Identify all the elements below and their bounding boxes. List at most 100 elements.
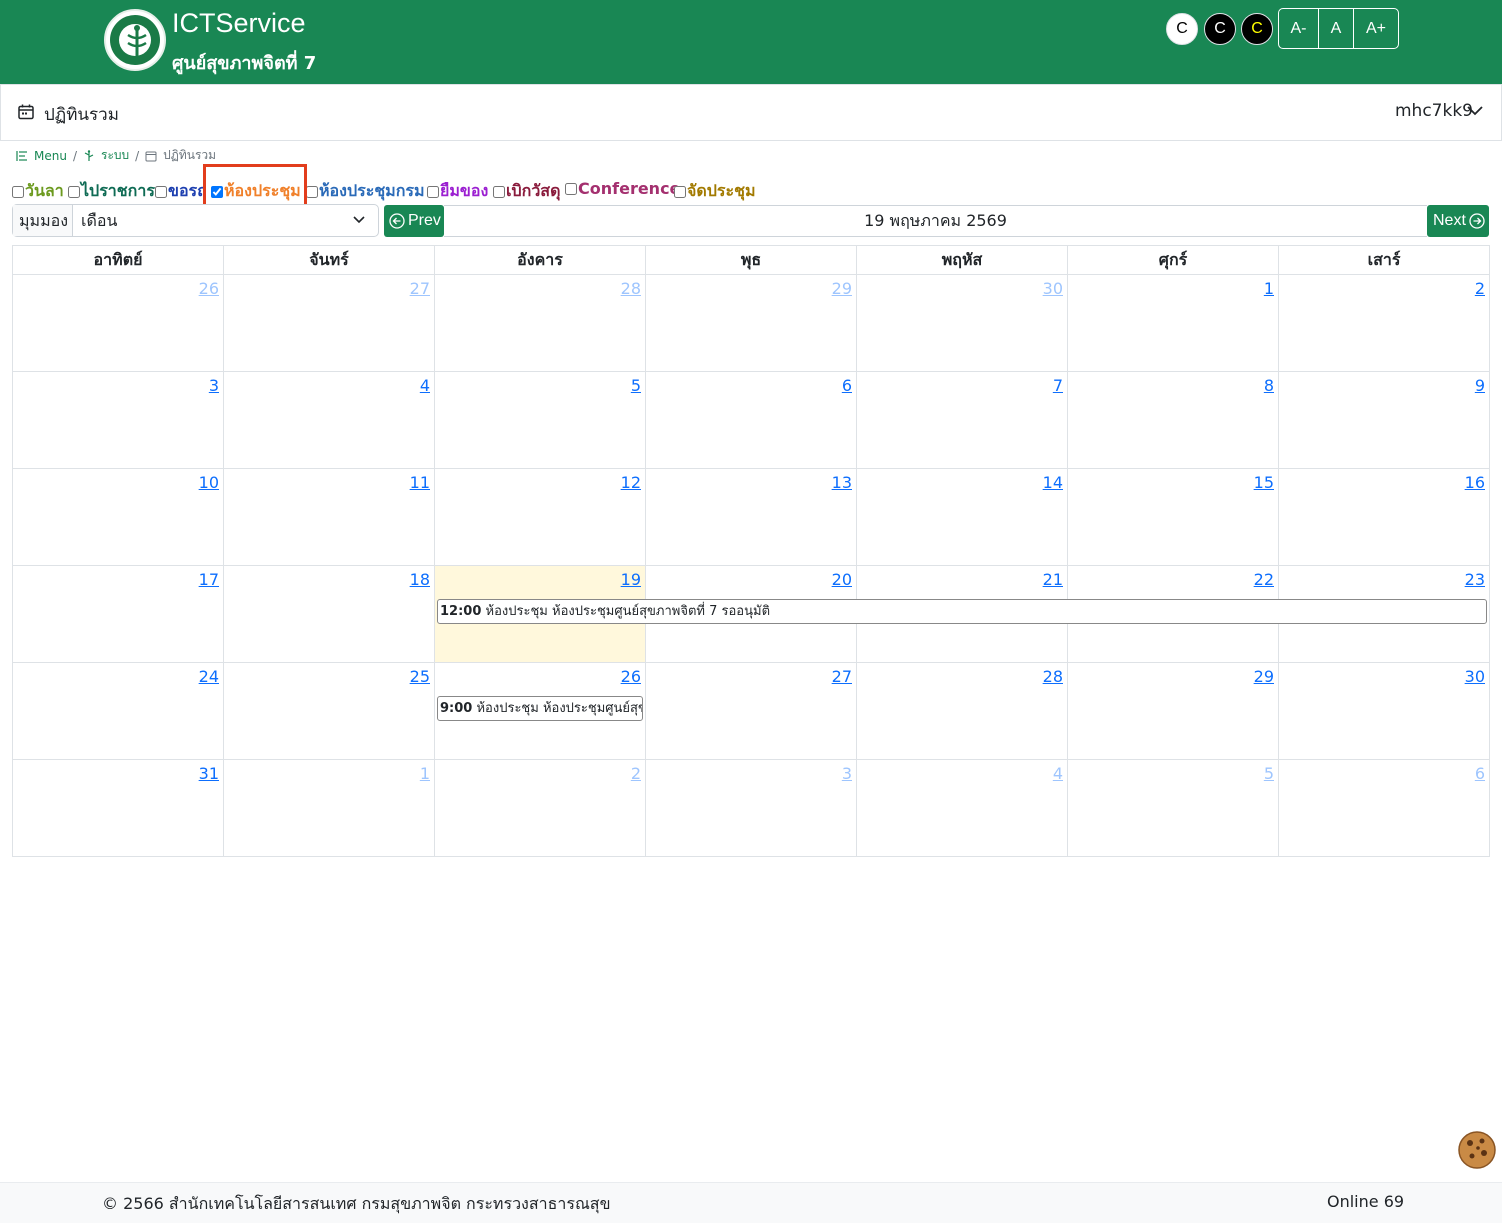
day-number-link[interactable]: 18 (410, 570, 430, 589)
day-number-link[interactable]: 16 (1465, 473, 1485, 492)
day-number-link[interactable]: 17 (199, 570, 219, 589)
calendar-day-cell[interactable]: 13 (645, 468, 857, 566)
font-increase-button[interactable]: A+ (1354, 9, 1398, 48)
day-number-link[interactable]: 1 (420, 764, 430, 783)
day-number-link[interactable]: 5 (1264, 764, 1274, 783)
calendar-day-cell[interactable]: 26 (12, 274, 224, 372)
day-number-link[interactable]: 11 (410, 473, 430, 492)
filter-conference-checkbox[interactable] (565, 182, 577, 195)
filter-leave-checkbox[interactable] (12, 185, 24, 198)
calendar-day-cell[interactable]: 2 (434, 759, 646, 857)
day-number-link[interactable]: 3 (209, 376, 219, 395)
filter-official-trip[interactable]: ไปราชการ (68, 179, 155, 204)
contrast-normal-button[interactable]: C (1166, 13, 1198, 45)
day-number-link[interactable]: 27 (832, 667, 852, 686)
chevron-down-icon[interactable] (353, 216, 365, 224)
day-number-link[interactable]: 26 (621, 667, 641, 686)
view-selected-value[interactable]: เดือน (81, 209, 117, 234)
day-number-link[interactable]: 19 (621, 570, 641, 589)
calendar-day-cell[interactable]: 11 (223, 468, 435, 566)
calendar-day-cell[interactable]: 24 (12, 662, 224, 760)
calendar-day-cell[interactable]: 1 (223, 759, 435, 857)
filter-conference[interactable]: Conference (565, 179, 680, 198)
calendar-day-cell[interactable]: 5 (434, 371, 646, 469)
day-number-link[interactable]: 29 (832, 279, 852, 298)
filter-dept-meeting-room[interactable]: ห้องประชุมกรม (306, 179, 425, 204)
day-number-link[interactable]: 5 (631, 376, 641, 395)
contrast-yellow-button[interactable]: C (1241, 13, 1273, 45)
day-number-link[interactable]: 3 (842, 764, 852, 783)
calendar-day-cell[interactable]: 8 (1067, 371, 1279, 469)
contrast-dark-button[interactable]: C (1204, 13, 1236, 45)
prev-button[interactable]: Prev (384, 205, 444, 237)
calendar-day-cell[interactable]: 30 (1278, 662, 1490, 760)
calendar-day-cell[interactable]: 9 (1278, 371, 1490, 469)
day-number-link[interactable]: 22 (1254, 570, 1274, 589)
breadcrumb-system-link[interactable]: ระบบ (101, 146, 129, 165)
filter-organize-meeting[interactable]: จัดประชุม (674, 179, 756, 204)
calendar-day-cell[interactable]: 10 (12, 468, 224, 566)
calendar-day-cell[interactable]: 18 (223, 565, 435, 663)
calendar-event[interactable]: 12:00 ห้องประชุม ห้องประชุมศูนย์สุขภาพจิ… (437, 599, 1487, 624)
day-number-link[interactable]: 30 (1043, 279, 1063, 298)
calendar-day-cell[interactable]: 31 (12, 759, 224, 857)
day-number-link[interactable]: 12 (621, 473, 641, 492)
calendar-day-cell[interactable]: 27 (223, 274, 435, 372)
day-number-link[interactable]: 26 (199, 279, 219, 298)
calendar-day-cell[interactable]: 1 (1067, 274, 1279, 372)
day-number-link[interactable]: 15 (1254, 473, 1274, 492)
calendar-day-cell[interactable]: 29 (645, 274, 857, 372)
calendar-day-cell[interactable]: 4 (856, 759, 1068, 857)
day-number-link[interactable]: 2 (631, 764, 641, 783)
day-number-link[interactable]: 14 (1043, 473, 1063, 492)
cookie-settings-icon[interactable] (1457, 1130, 1497, 1170)
day-number-link[interactable]: 23 (1465, 570, 1485, 589)
day-number-link[interactable]: 9 (1475, 376, 1485, 395)
day-number-link[interactable]: 28 (621, 279, 641, 298)
day-number-link[interactable]: 25 (410, 667, 430, 686)
view-select[interactable]: มุมมอง เดือน (12, 204, 379, 237)
day-number-link[interactable]: 6 (1475, 764, 1485, 783)
calendar-day-cell[interactable]: 6 (1278, 759, 1490, 857)
calendar-day-cell[interactable]: 4 (223, 371, 435, 469)
day-number-link[interactable]: 31 (199, 764, 219, 783)
day-number-link[interactable]: 1 (1264, 279, 1274, 298)
filter-dept-meeting-room-checkbox[interactable] (306, 185, 318, 198)
user-menu-toggle[interactable]: mhc7kk9 (1395, 101, 1473, 121)
calendar-day-cell[interactable]: 12 (434, 468, 646, 566)
calendar-day-cell[interactable]: 2 (1278, 274, 1490, 372)
calendar-event[interactable]: 9:00 ห้องประชุม ห้องประชุมศูนย์สุขภาพจิต… (437, 696, 643, 721)
calendar-day-cell[interactable]: 30 (856, 274, 1068, 372)
calendar-day-cell[interactable]: 3 (645, 759, 857, 857)
day-number-link[interactable]: 10 (199, 473, 219, 492)
chevron-down-icon[interactable] (1466, 105, 1484, 117)
day-number-link[interactable]: 30 (1465, 667, 1485, 686)
day-number-link[interactable]: 8 (1264, 376, 1274, 395)
day-number-link[interactable]: 29 (1254, 667, 1274, 686)
filter-supplies-checkbox[interactable] (493, 185, 505, 198)
day-number-link[interactable]: 21 (1043, 570, 1063, 589)
filter-borrow[interactable]: ยืมของ (427, 179, 488, 204)
day-number-link[interactable]: 27 (410, 279, 430, 298)
calendar-day-cell[interactable]: 6 (645, 371, 857, 469)
font-decrease-button[interactable]: A- (1279, 9, 1319, 48)
day-number-link[interactable]: 4 (420, 376, 430, 395)
next-button[interactable]: Next (1427, 205, 1489, 237)
calendar-day-cell[interactable]: 28 (434, 274, 646, 372)
calendar-day-cell[interactable]: 16 (1278, 468, 1490, 566)
calendar-day-cell[interactable]: 27 (645, 662, 857, 760)
font-normal-button[interactable]: A (1319, 9, 1354, 48)
filter-borrow-checkbox[interactable] (427, 185, 439, 198)
calendar-day-cell[interactable]: 25 (223, 662, 435, 760)
day-number-link[interactable]: 13 (832, 473, 852, 492)
filter-supplies[interactable]: เบิกวัสดุ (493, 179, 560, 204)
day-number-link[interactable]: 2 (1475, 279, 1485, 298)
calendar-day-cell[interactable]: 5 (1067, 759, 1279, 857)
day-number-link[interactable]: 7 (1053, 376, 1063, 395)
calendar-day-cell[interactable]: 14 (856, 468, 1068, 566)
filter-organize-meeting-checkbox[interactable] (674, 185, 686, 198)
calendar-day-cell[interactable]: 28 (856, 662, 1068, 760)
filter-official-trip-checkbox[interactable] (68, 185, 80, 198)
calendar-day-cell[interactable]: 7 (856, 371, 1068, 469)
day-number-link[interactable]: 24 (199, 667, 219, 686)
